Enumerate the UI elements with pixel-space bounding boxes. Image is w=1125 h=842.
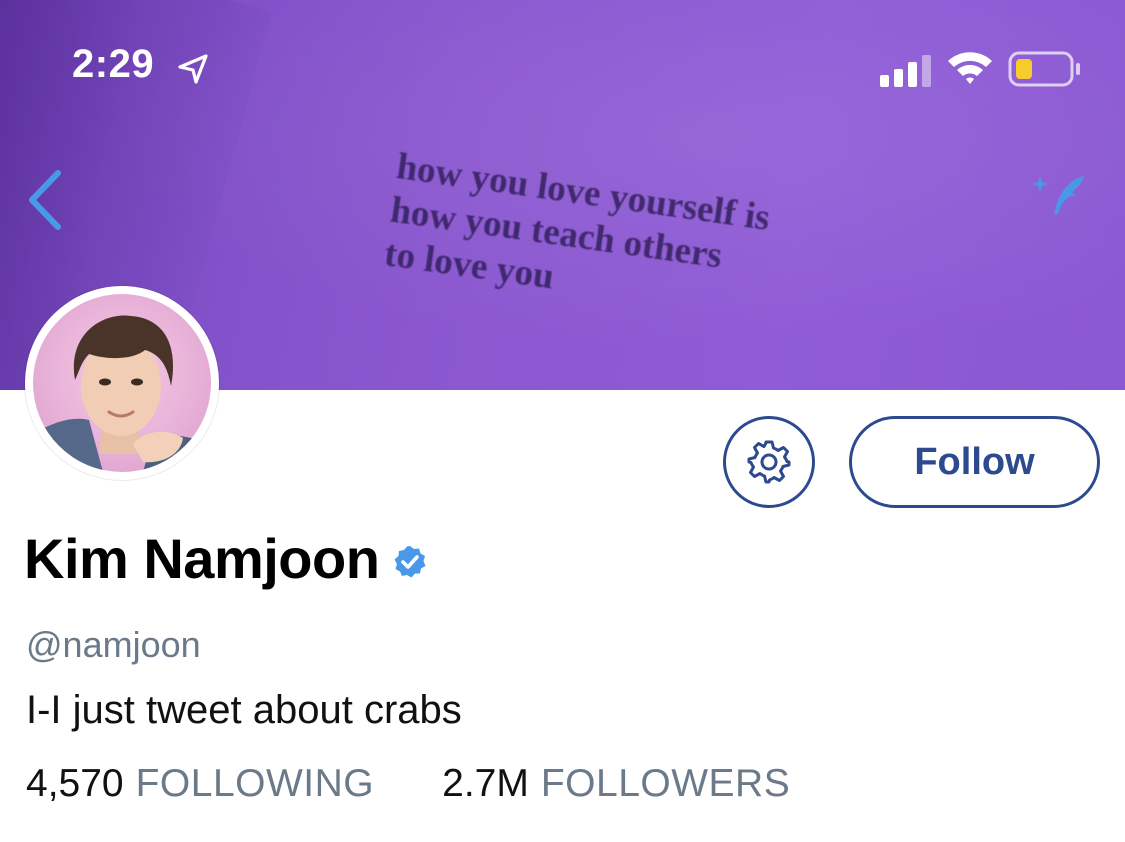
cellular-signal-icon bbox=[880, 55, 931, 87]
battery-icon bbox=[1008, 51, 1080, 87]
profile-name: Kim Namjoon bbox=[24, 527, 380, 590]
settings-button[interactable] bbox=[723, 416, 815, 508]
follow-button[interactable]: Follow bbox=[849, 416, 1100, 508]
avatar-photo bbox=[33, 294, 211, 472]
chevron-left-icon[interactable] bbox=[22, 165, 72, 235]
status-time: 2:29 bbox=[72, 42, 155, 86]
gear-icon bbox=[747, 440, 791, 484]
following-stat[interactable]: 4,570 FOLLOWING bbox=[26, 762, 374, 806]
wifi-icon bbox=[948, 52, 992, 84]
followers-count: 2.7M bbox=[442, 762, 529, 805]
followers-label: FOLLOWERS bbox=[540, 762, 791, 805]
following-label: FOLLOWING bbox=[135, 762, 375, 805]
sparkle-quill-icon[interactable] bbox=[1024, 170, 1094, 220]
profile-handle: @namjoon bbox=[26, 624, 201, 665]
followers-stat[interactable]: 2.7M FOLLOWERS bbox=[442, 762, 790, 806]
location-arrow-icon bbox=[178, 54, 208, 84]
avatar[interactable] bbox=[25, 286, 219, 480]
verified-badge-icon bbox=[394, 545, 426, 577]
profile-name-row: Kim Namjoon bbox=[24, 526, 427, 591]
profile-stats: 4,570 FOLLOWING 2.7M FOLLOWERS bbox=[26, 762, 790, 806]
following-count: 4,570 bbox=[26, 762, 124, 805]
profile-bio: I-I just tweet about crabs bbox=[26, 688, 462, 732]
